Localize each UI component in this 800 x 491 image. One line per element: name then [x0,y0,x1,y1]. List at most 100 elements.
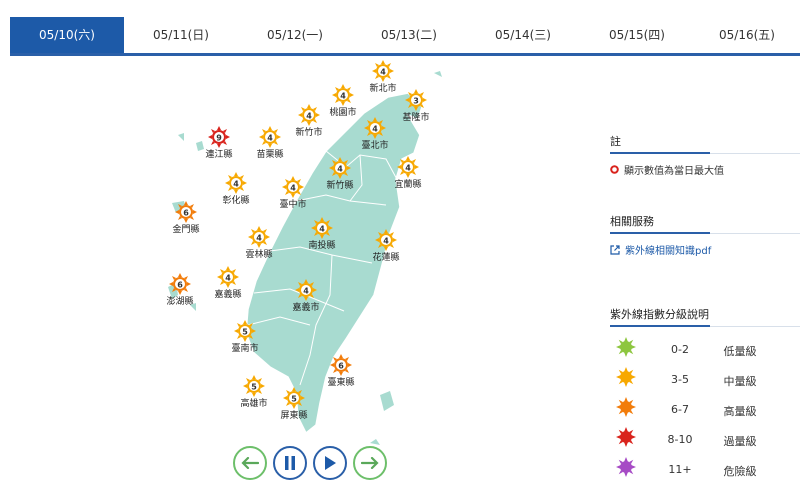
tab-0512[interactable]: 05/12(一) [238,17,352,53]
city-name: 臺南市 [231,344,259,354]
sun-icon: 6 [169,273,191,295]
sun-icon: 5 [234,320,256,342]
external-link-icon [610,244,620,255]
legend-row-high: 6-7 高量級 [610,397,800,425]
svg-text:6: 6 [183,209,189,218]
city-name: 宜蘭縣 [394,180,422,190]
legend-row-excess: 8-10 過量級 [610,427,800,455]
orange-sun-icon [616,397,636,417]
legend-range: 8-10 [667,433,693,446]
sun-icon: 4 [282,176,304,198]
legend-row-danger: 11+ 危險級 [610,457,800,485]
city-name: 雲林縣 [245,250,273,260]
uv-knowledge-link[interactable]: 紫外線相關知識pdf [610,242,800,257]
services-title: 相關服務 [610,215,654,228]
left-arrow-icon [241,457,259,469]
sun-icon: 9 [208,126,230,148]
note-section: 註 顯示數值為當日最大值 [610,132,800,177]
city-name: 苗栗縣 [256,150,284,160]
legend-label: 危險級 [723,465,757,478]
purple-sun-icon [616,457,636,477]
city-name: 臺北市 [361,141,389,151]
legend-row-low: 0-2 低量級 [610,337,800,365]
city-marker[interactable]: 4 嘉義市 [271,279,341,323]
city-name: 南投縣 [308,241,336,251]
divider [610,232,710,234]
svg-text:4: 4 [380,68,386,77]
sun-icon: 4 [364,117,386,139]
svg-text:4: 4 [319,225,325,234]
svg-text:4: 4 [290,184,296,193]
legend-label: 過量級 [723,435,757,448]
legend-section: 紫外線指數分級說明 0-2 低量級 3-5 中量級 6-7 高量級 8-10 過… [610,305,800,491]
svg-text:5: 5 [291,395,297,404]
play-icon [325,456,336,470]
pause-button[interactable] [273,446,307,480]
tab-0516[interactable]: 05/16(五) [694,17,800,53]
svg-text:4: 4 [233,180,239,189]
legend-row-mid: 3-5 中量級 [610,367,800,395]
city-marker[interactable]: 5 臺南市 [210,320,280,364]
sun-icon: 4 [332,84,354,106]
city-name: 臺中市 [279,200,307,210]
sun-icon: 4 [298,104,320,126]
green-sun-icon [616,337,636,357]
tab-0513[interactable]: 05/13(二) [352,17,466,53]
city-marker[interactable]: 4 花蓮縣 [351,229,421,273]
svg-text:4: 4 [405,164,411,173]
legend-range: 11+ [668,463,692,476]
divider [710,153,800,154]
tab-0511[interactable]: 05/11(日) [124,17,238,53]
play-button[interactable] [313,446,347,480]
city-marker[interactable]: 4 嘉義縣 [193,266,263,310]
sun-icon: 4 [329,157,351,179]
note-text-row: 顯示數值為當日最大值 [610,162,800,177]
svg-text:4: 4 [256,234,262,243]
services-section: 相關服務 紫外線相關知識pdf [610,212,800,257]
city-name: 花蓮縣 [372,253,400,263]
svg-text:4: 4 [383,237,389,246]
divider [610,325,710,327]
sun-icon: 4 [397,156,419,178]
sun-icon: 4 [372,60,394,82]
date-tabs: 05/10(六) 05/11(日) 05/12(一) 05/13(二) 05/1… [10,17,800,56]
svg-text:4: 4 [337,165,343,174]
svg-text:6: 6 [177,281,183,290]
legend-range: 0-2 [671,343,689,356]
city-name: 嘉義市 [292,303,320,313]
next-button[interactable] [353,446,387,480]
svg-text:5: 5 [251,383,257,392]
city-marker[interactable]: 4 苗栗縣 [235,126,305,170]
city-name: 嘉義縣 [214,290,242,300]
note-text: 顯示數值為當日最大值 [624,166,724,177]
city-marker[interactable]: 4 臺北市 [340,117,410,161]
svg-text:4: 4 [267,134,273,143]
city-marker[interactable]: 4 南投縣 [287,217,357,261]
red-circle-icon [610,165,619,174]
city-marker[interactable]: 4 臺中市 [258,176,328,220]
sun-icon: 5 [283,387,305,409]
divider [610,152,710,154]
right-arrow-icon [361,457,379,469]
city-marker[interactable]: 4 雲林縣 [224,226,294,270]
city-marker[interactable]: 6 金門縣 [151,201,221,245]
sun-icon: 4 [248,226,270,248]
tab-0514[interactable]: 05/14(三) [466,17,580,53]
sun-icon: 4 [259,126,281,148]
legend-label: 高量級 [723,405,757,418]
sun-icon: 4 [295,279,317,301]
svg-text:4: 4 [306,112,312,121]
city-marker[interactable]: 5 屏東縣 [259,387,329,431]
svg-text:9: 9 [216,134,222,143]
svg-text:4: 4 [303,287,309,296]
yellow-sun-icon [616,367,636,387]
svg-text:4: 4 [372,125,378,134]
legend-label: 低量級 [723,345,757,358]
prev-button[interactable] [233,446,267,480]
red-sun-icon [616,427,636,447]
tab-0515[interactable]: 05/15(四) [580,17,694,53]
tab-0510[interactable]: 05/10(六) [10,17,124,53]
sun-icon: 6 [175,201,197,223]
city-name: 屏東縣 [280,411,308,421]
city-marker[interactable]: 4 宜蘭縣 [373,156,443,200]
